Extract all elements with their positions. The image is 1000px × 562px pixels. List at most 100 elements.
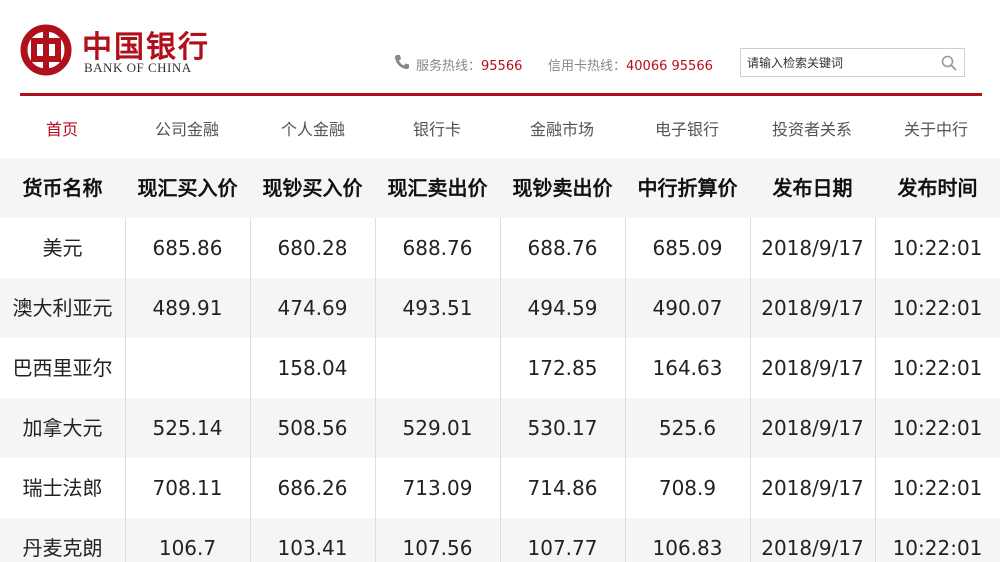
site-header: 中国银行 BANK OF CHINA 服务热线：95566 信用卡热线：4006…: [0, 0, 1000, 96]
column-divider: [375, 518, 376, 562]
column-header: 发布时间: [897, 176, 978, 200]
service-hotline-number[interactable]: 95566: [481, 59, 522, 74]
column-divider: [500, 338, 501, 398]
nav-item-financial-markets[interactable]: 金融市场: [530, 116, 594, 140]
currency-name-cell: 丹麦克朗: [22, 536, 103, 560]
table-cell: 10:22:01: [892, 356, 983, 380]
column-divider: [625, 458, 626, 518]
nav-item-home[interactable]: 首页: [46, 116, 78, 140]
column-divider: [750, 518, 751, 562]
column-divider: [125, 338, 126, 398]
service-hotline-label: 服务热线：: [416, 59, 482, 74]
table-cell: 2018/9/17: [761, 356, 864, 380]
table-cell: 508.56: [277, 416, 348, 440]
column-divider: [250, 518, 251, 562]
column-divider: [125, 518, 126, 562]
main-nav: 首页 公司金融 个人金融 银行卡 金融市场 电子银行 投资者关系 关于中行: [0, 96, 1000, 158]
table-cell: 490.07: [652, 296, 723, 320]
column-header: 中行折算价: [637, 176, 738, 200]
currency-name-cell: 瑞士法郎: [22, 476, 103, 500]
nav-item-personal-banking[interactable]: 个人金融: [281, 116, 345, 140]
currency-name-cell: 加拿大元: [22, 416, 103, 440]
column-divider: [875, 278, 876, 338]
search-icon[interactable]: [940, 54, 958, 72]
table-row: 瑞士法郎 708.11 686.26 713.09 714.86 708.9 2018/9/…: [0, 458, 1000, 518]
table-cell: 10:22:01: [892, 476, 983, 500]
table-cell: 2018/9/17: [761, 536, 864, 560]
table-cell: [375, 338, 500, 398]
column-divider: [125, 278, 126, 338]
table-cell: 10:22:01: [892, 296, 983, 320]
bank-of-china-logo-icon: [20, 24, 72, 76]
column-divider: [500, 458, 501, 518]
column-divider: [875, 398, 876, 458]
table-cell: 685.86: [152, 236, 223, 260]
column-divider: [500, 218, 501, 278]
table-cell: 474.69: [277, 296, 348, 320]
table-cell: 107.56: [402, 536, 473, 560]
column-divider: [625, 278, 626, 338]
table-cell: 686.26: [277, 476, 348, 500]
table-cell: 2018/9/17: [761, 416, 864, 440]
column-divider: [375, 338, 376, 398]
column-divider: [875, 218, 876, 278]
table-cell: 713.09: [402, 476, 473, 500]
column-header: 发布日期: [772, 176, 853, 200]
table-cell: 530.17: [527, 416, 598, 440]
phone-icon: [395, 55, 409, 69]
table-cell: 10:22:01: [892, 416, 983, 440]
column-divider: [750, 458, 751, 518]
bank-logo[interactable]: 中国银行 BANK OF CHINA: [20, 22, 210, 78]
column-divider: [375, 458, 376, 518]
table-cell: 708.9: [658, 476, 717, 500]
table-cell: 107.77: [527, 536, 598, 560]
service-hotline: 服务热线：95566: [416, 55, 522, 74]
table-cell: 106.7: [158, 536, 217, 560]
nav-item-e-banking[interactable]: 电子银行: [655, 116, 719, 140]
column-divider: [500, 398, 501, 458]
table-cell: 688.76: [527, 236, 598, 260]
table-cell: 493.51: [402, 296, 473, 320]
search-input[interactable]: [741, 49, 931, 76]
table-cell: 164.63: [652, 356, 723, 380]
nav-item-investor-relations[interactable]: 投资者关系: [772, 116, 852, 140]
table-row: 美元 685.86 680.28 688.76 688.76 685.09 2018/9/1…: [0, 218, 1000, 278]
column-divider: [750, 398, 751, 458]
column-divider: [250, 218, 251, 278]
column-divider: [500, 278, 501, 338]
credit-card-hotline-number[interactable]: 40066 95566: [626, 59, 713, 74]
table-cell: 685.09: [652, 236, 723, 260]
table-cell: 103.41: [277, 536, 348, 560]
column-header: 现汇买入价: [137, 176, 238, 200]
column-divider: [875, 458, 876, 518]
column-divider: [500, 518, 501, 562]
table-row: 澳大利亚元 489.91 474.69 493.51 494.59 490.07 2018/…: [0, 278, 1000, 338]
credit-card-hotline: 信用卡热线：40066 95566: [548, 55, 713, 74]
table-cell: 106.83: [652, 536, 723, 560]
column-divider: [375, 398, 376, 458]
table-row: 加拿大元 525.14 508.56 529.01 530.17 525.6 2018/9/…: [0, 398, 1000, 458]
column-divider: [750, 338, 751, 398]
column-header: 现钞卖出价: [512, 176, 613, 200]
column-divider: [625, 218, 626, 278]
table-cell: 2018/9/17: [761, 236, 864, 260]
credit-card-hotline-label: 信用卡热线：: [548, 59, 627, 74]
table-cell: 172.85: [527, 356, 598, 380]
table-cell: 2018/9/17: [761, 476, 864, 500]
table-cell: 158.04: [277, 356, 348, 380]
table-cell: 489.91: [152, 296, 223, 320]
table-cell: [125, 338, 250, 398]
column-divider: [250, 278, 251, 338]
table-row: 巴西里亚尔 158.04 172.85 164.63 2018/9/17 10:22:01: [0, 338, 1000, 398]
nav-item-bank-card[interactable]: 银行卡: [413, 116, 461, 140]
table-cell: 2018/9/17: [761, 296, 864, 320]
column-divider: [250, 338, 251, 398]
column-header: 现钞买入价: [262, 176, 363, 200]
currency-name-cell: 美元: [42, 236, 83, 260]
column-divider: [375, 218, 376, 278]
column-divider: [250, 398, 251, 458]
nav-item-about-boc[interactable]: 关于中行: [904, 116, 968, 140]
nav-item-corporate-banking[interactable]: 公司金融: [155, 116, 219, 140]
column-divider: [750, 278, 751, 338]
table-cell: 525.14: [152, 416, 223, 440]
